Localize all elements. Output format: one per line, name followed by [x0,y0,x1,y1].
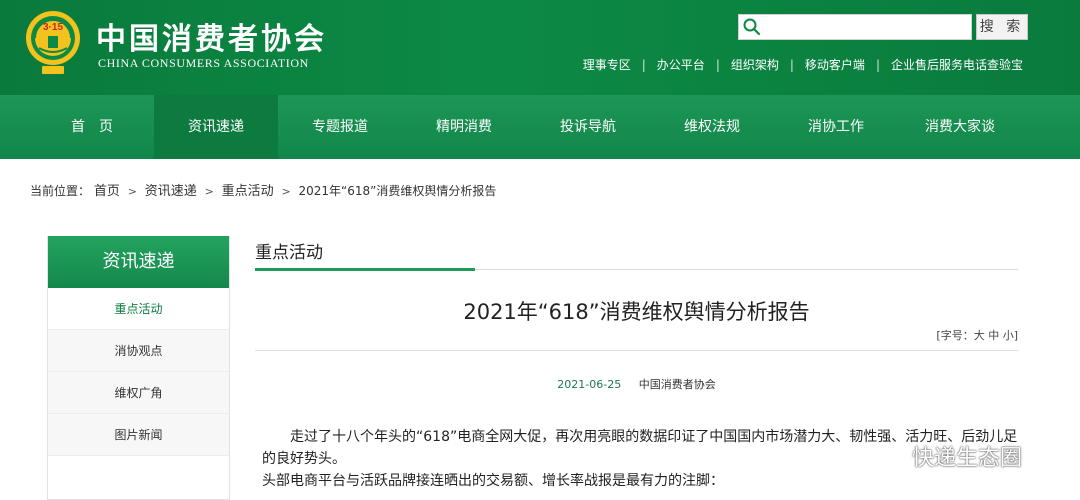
toplink-structure[interactable]: 组织架构 [731,56,779,73]
nav-item-regulations[interactable]: 维权法规 [650,95,774,159]
article-title: 2021年“618”消费维权舆情分析报告 [463,300,810,324]
search-input[interactable] [765,17,967,37]
sidebar-item-rights-wide[interactable]: 维权广角 [48,372,229,414]
nav-item-complaint[interactable]: 投诉导航 [526,95,650,159]
article-meta: 2021-06-25 中国消费者协会 [255,376,1018,392]
wechat-icon [873,444,904,468]
watermark-text: 快递生态圈 [912,446,1023,471]
search-button[interactable]: 搜 索 [976,14,1028,40]
section-divider-accent [255,268,475,271]
brand-name-en: CHINA CONSUMERS ASSOCIATION [98,56,309,70]
font-size-small[interactable]: 小 [1003,329,1014,342]
breadcrumb-key-activity[interactable]: 重点活动 [222,184,274,199]
font-size-control: [字号：大 中 小] [936,327,1018,343]
main-nav: 首 页 资讯速递 专题报道 精明消费 投诉导航 维权法规 消协工作 消费大家谈 [0,95,1080,159]
section-title: 重点活动 [255,243,323,263]
font-size-bracket-close: ] [1013,329,1018,342]
search-icon [743,18,761,36]
svg-text:3·15: 3·15 [43,22,63,33]
nav-item-special[interactable]: 专题报道 [278,95,402,159]
breadcrumb-arrow: > [281,185,291,198]
nav-item-home[interactable]: 首 页 [30,95,154,159]
breadcrumb-home[interactable]: 首页 [94,184,120,199]
cca-315-logo-icon[interactable]: 3·15 [22,8,84,76]
sidebar-title: 资讯速递 [48,236,229,288]
article-date: 2021-06-25 [557,378,622,391]
toplink-mobile[interactable]: 移动客户端 [805,56,865,73]
toplink-service-check[interactable]: 企业售后服务电话查验宝 [891,56,1023,73]
article-divider [255,350,1018,351]
sidebar: 资讯速递 重点活动 消协观点 维权广角 图片新闻 [47,236,230,500]
article-source: 中国消费者协会 [638,378,716,391]
breadcrumb-current: 2021年“618”消费维权舆情分析报告 [298,184,497,198]
sidebar-item-photo-news[interactable]: 图片新闻 [48,414,229,456]
nav-item-association-work[interactable]: 消协工作 [774,95,898,159]
font-size-large[interactable]: 大 [974,329,985,342]
top-links: 理事专区 | 办公平台 | 组织架构 | 移动客户端 | 企业售后服务电话查验宝 [583,56,1023,73]
breadcrumb-prefix: 当前位置： [30,184,91,198]
nav-item-news[interactable]: 资讯速递 [154,95,278,159]
font-size-medium[interactable]: 中 [988,329,999,342]
link-separator: | [789,57,794,72]
link-separator: | [715,57,720,72]
nav-item-smart-consume[interactable]: 精明消费 [402,95,526,159]
sidebar-item-views[interactable]: 消协观点 [48,330,229,372]
brand-name-cn[interactable]: 中国消费者协会 [96,14,327,58]
breadcrumb-arrow: > [127,185,137,198]
link-separator: | [875,57,880,72]
toplink-council[interactable]: 理事专区 [583,56,631,73]
toplink-office[interactable]: 办公平台 [657,56,705,73]
font-size-label: 字号： [940,329,974,342]
watermark: 快递生态圈 [872,440,1022,472]
search-box [738,14,972,40]
breadcrumb-arrow: > [204,185,214,198]
sidebar-item-key-activity[interactable]: 重点活动 [48,288,229,330]
nav-item-discussion[interactable]: 消费大家谈 [898,95,1022,159]
article-paragraph: 头部电商平台与活跃品牌接连晒出的交易额、增长率战报是最有力的注脚： [262,473,724,489]
breadcrumb-news[interactable]: 资讯速递 [145,184,197,199]
link-separator: | [641,57,646,72]
breadcrumb: 当前位置： 首页 > 资讯速递 > 重点活动 > 2021年“618”消费维权舆… [30,180,496,199]
site-header: 3·15 中国消费者协会 CHINA CONSUMERS ASSOCIATION… [0,0,1080,95]
